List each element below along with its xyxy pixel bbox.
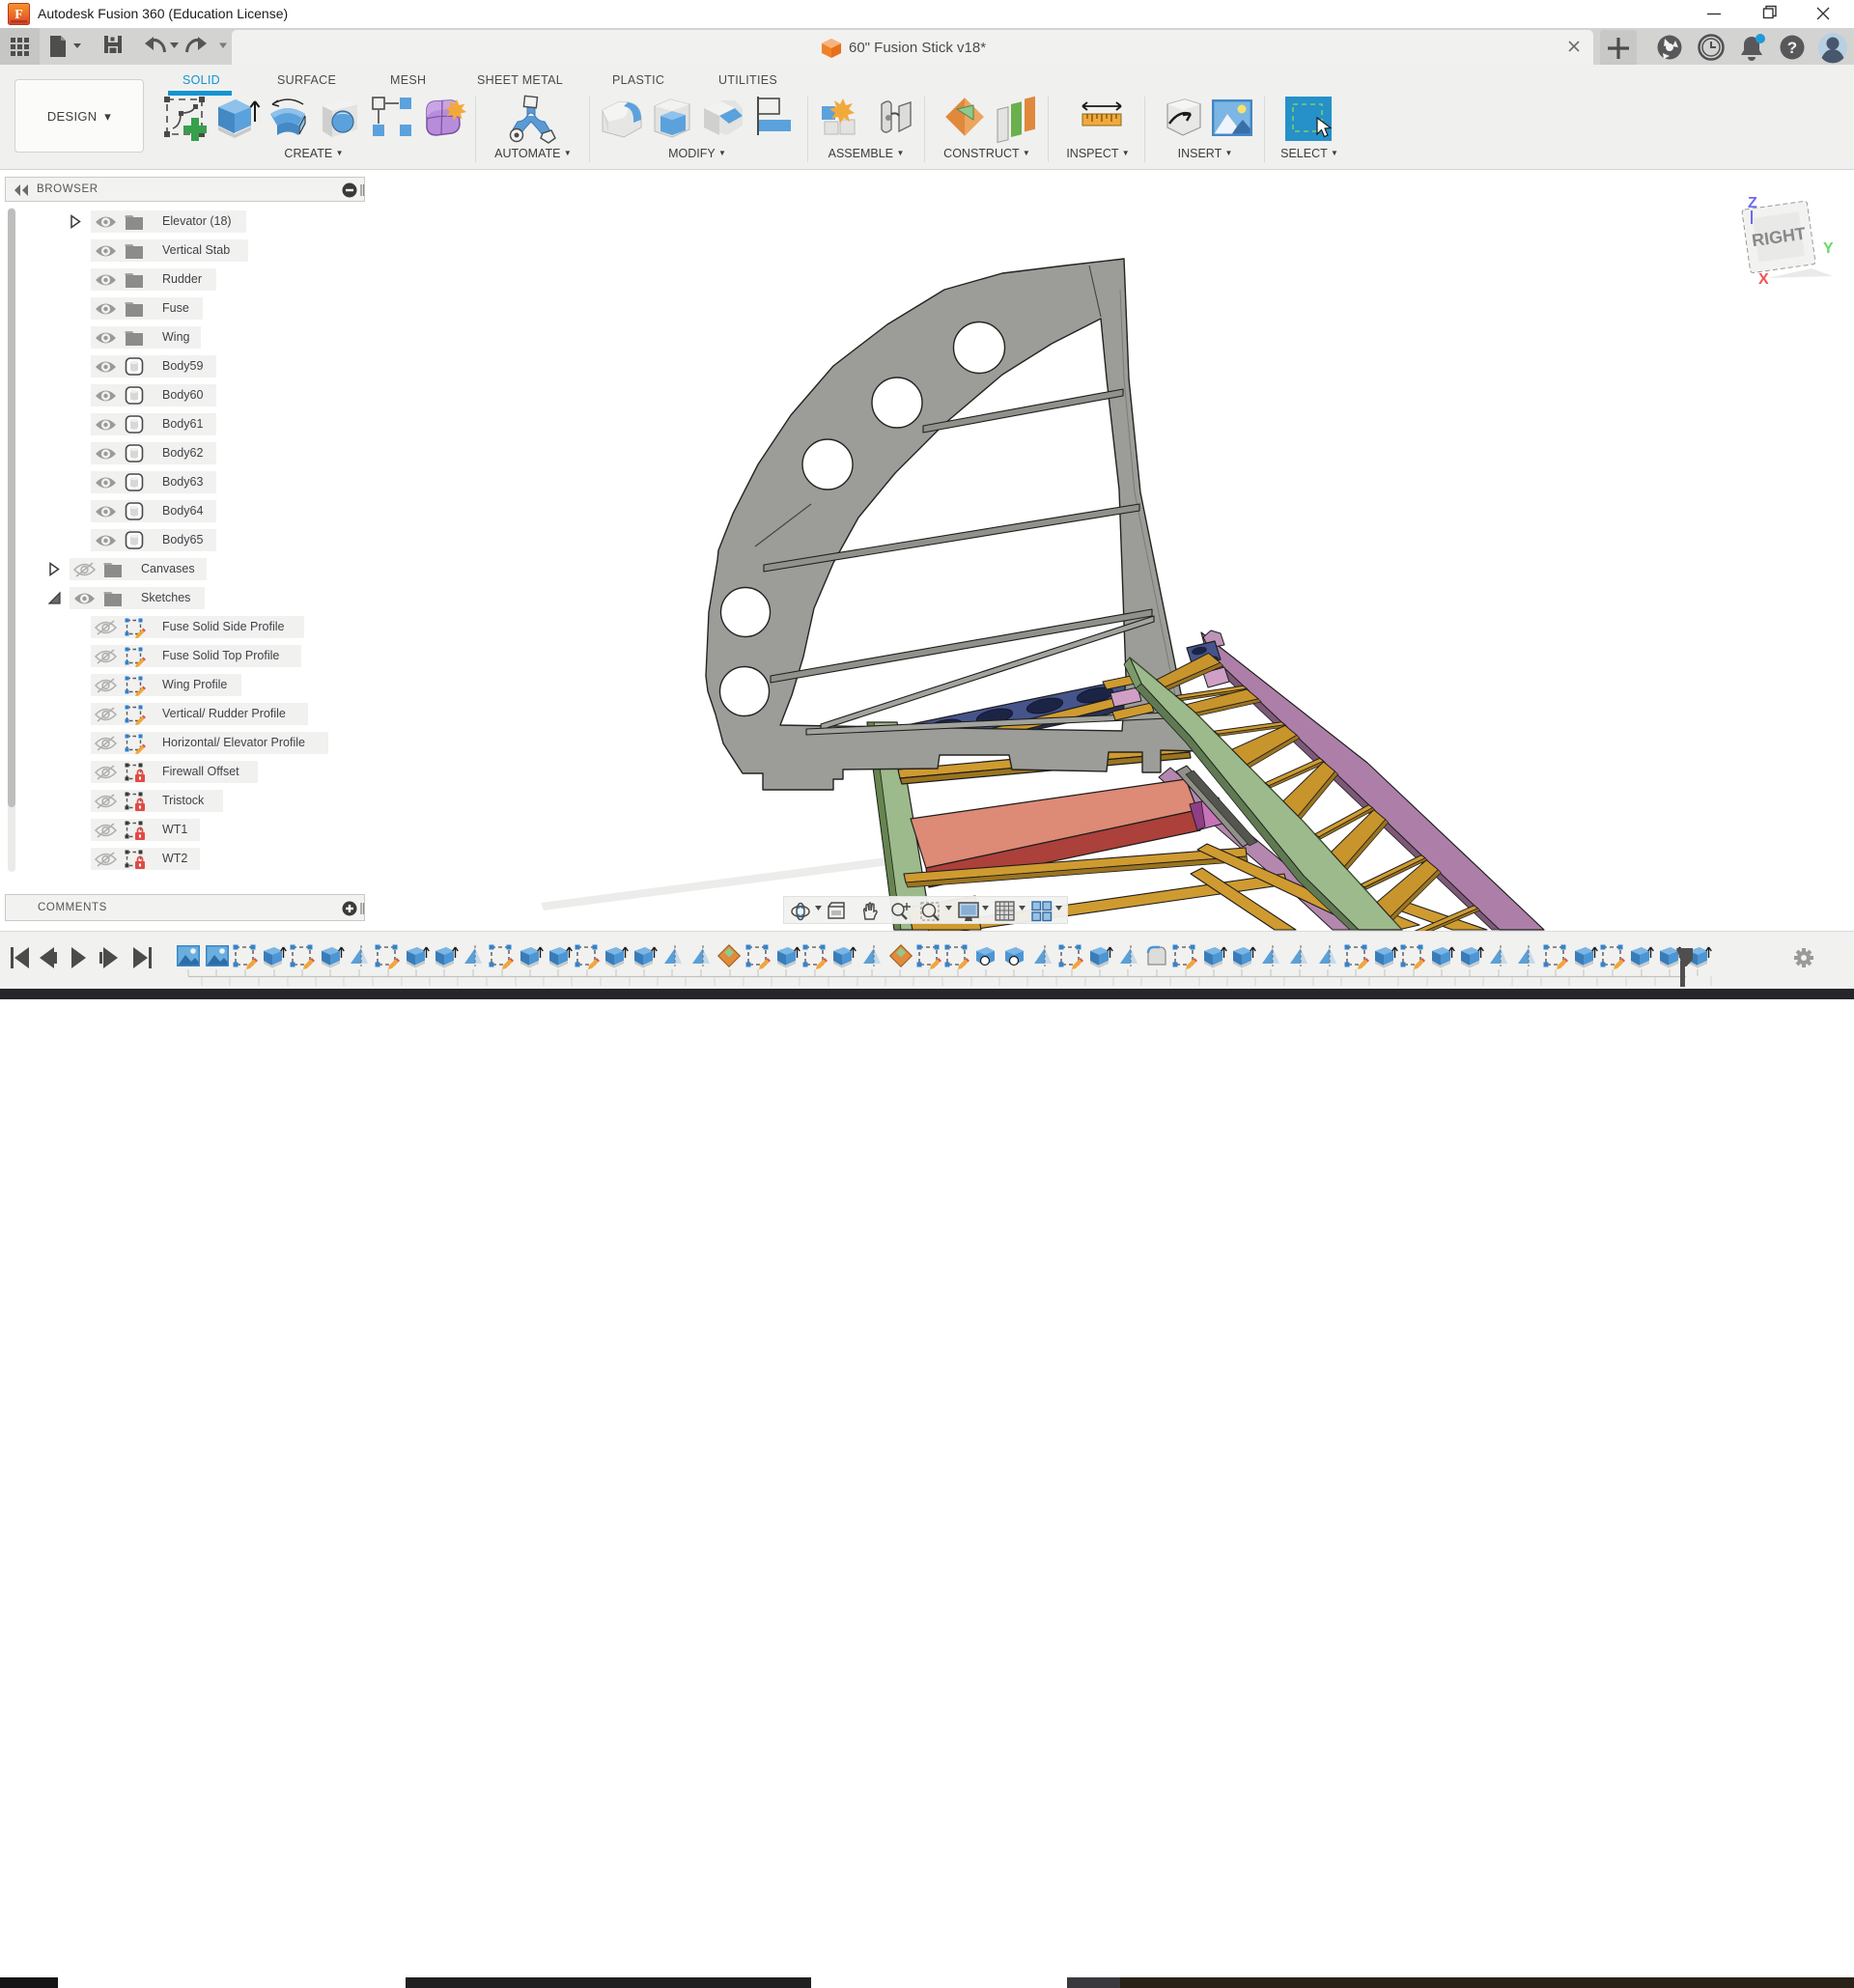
svg-text:X: X xyxy=(1758,271,1769,288)
svg-text:?: ? xyxy=(1787,39,1797,57)
svg-text:Z: Z xyxy=(1748,195,1757,211)
svg-text:Y: Y xyxy=(1823,240,1834,257)
